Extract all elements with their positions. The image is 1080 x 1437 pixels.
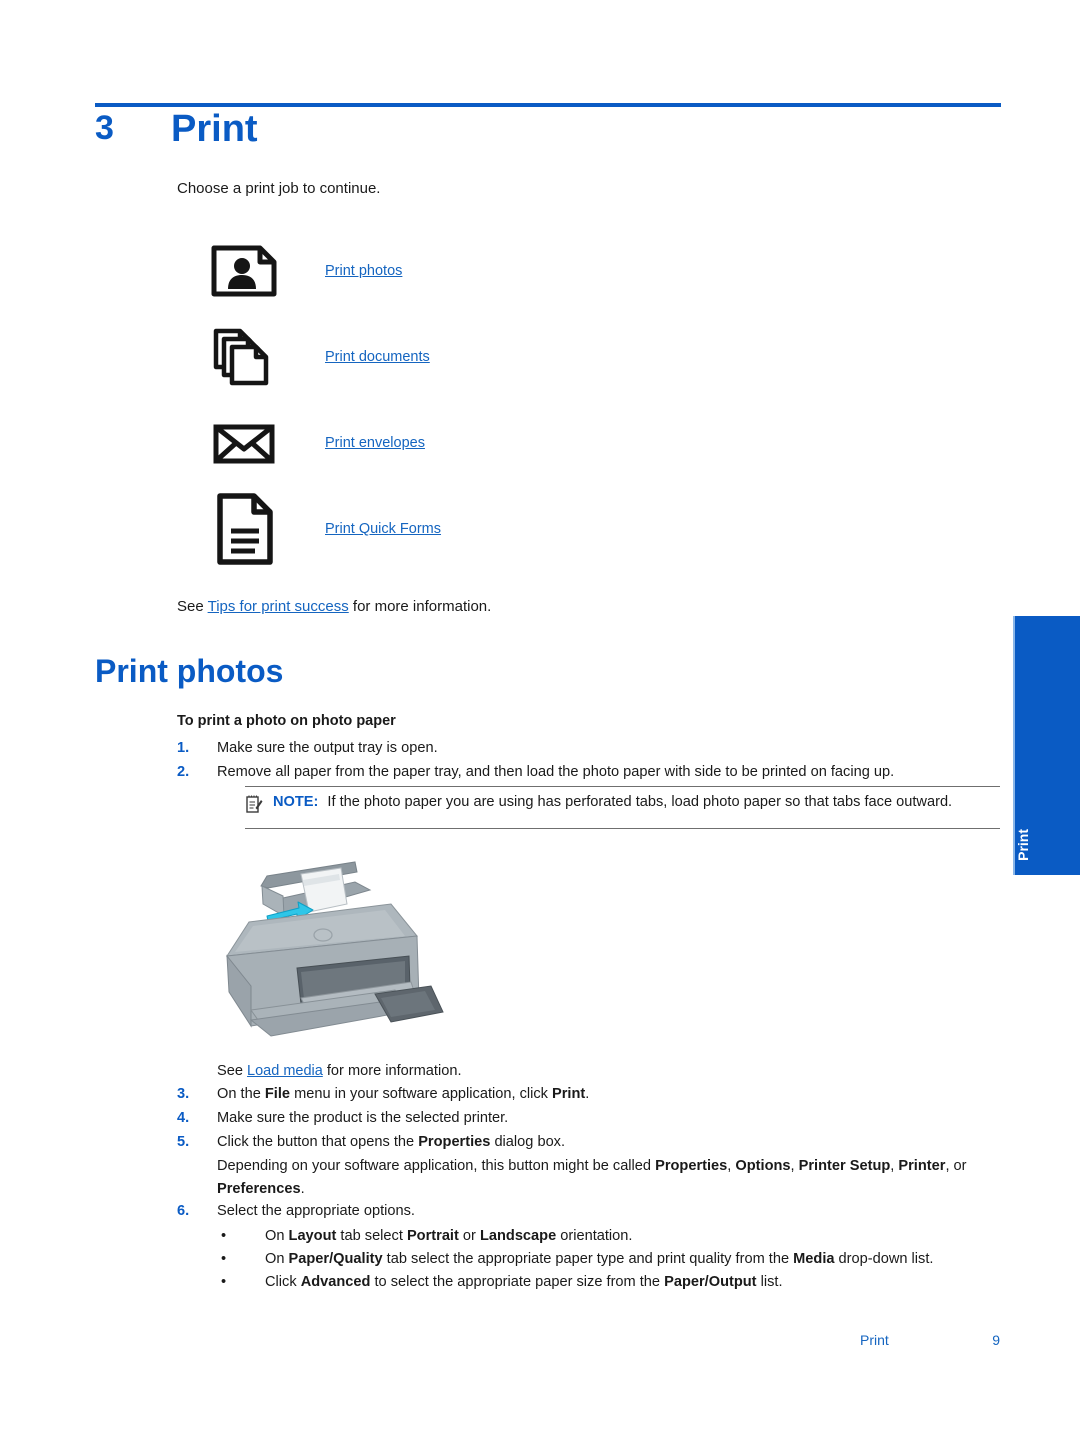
step-text: On the File menu in your software applic… (217, 1085, 590, 1102)
step-text: Remove all paper from the paper tray, an… (217, 763, 895, 780)
see-tips-line: See Tips for print success for more info… (177, 598, 491, 615)
steps-lower: See Load media for more information. 3. … (177, 1060, 1000, 1294)
see-load-media-line: See Load media for more information. (217, 1060, 1000, 1083)
see-suffix: for more information. (348, 598, 492, 615)
page-title: Print photos (95, 653, 284, 689)
list-item: 1. Make sure the output tray is open. (177, 737, 1000, 760)
list-item: • Click Advanced to select the appropria… (217, 1271, 1000, 1294)
step-number: 3. (177, 1085, 190, 1102)
procedure-title: To print a photo on photo paper (177, 713, 396, 729)
list-item[interactable]: Print photos (210, 228, 910, 314)
manual-page: 3 Print Choose a print job to continue. … (0, 0, 1080, 1437)
options-bullet-list: • On Layout tab select Portrait or Lands… (177, 1225, 1000, 1294)
list-item: 3. On the File menu in your software app… (177, 1083, 1000, 1106)
envelope-icon (210, 418, 325, 468)
see-prefix: See (177, 598, 208, 615)
list-item: 6. Select the appropriate options. (177, 1200, 1000, 1223)
bullet-marker: • (221, 1251, 227, 1268)
steps-upper: 1. Make sure the output tray is open. 2.… (177, 737, 1000, 784)
printer-illustration (205, 860, 505, 1050)
note-text: If the photo paper you are using has per… (327, 794, 953, 810)
stacked-documents-icon (210, 327, 325, 387)
step-number: 6. (177, 1203, 190, 1220)
list-item-label[interactable]: Print photos (325, 263, 402, 279)
section-side-tab: Print (1013, 616, 1080, 875)
note-callout: NOTE: If the photo paper you are using ha… (245, 786, 1000, 829)
list-item: 5. Click the button that opens the Prope… (177, 1131, 1000, 1154)
chapter-title: Print (171, 108, 258, 150)
step-text: Click the button that opens the Properti… (217, 1133, 566, 1150)
see-prefix: See (217, 1063, 248, 1079)
chapter-number: 3 (95, 109, 114, 147)
load-media-link[interactable]: Load media (247, 1063, 323, 1079)
print-job-link-list: Print photos Print documents Print envel… (210, 228, 910, 572)
step-text: Make sure the output tray is open. (217, 740, 438, 756)
list-item: • On Paper/Quality tab select the approp… (217, 1248, 1000, 1271)
section-side-tab-label: Print (1015, 829, 1031, 861)
note-bottom-rule (245, 827, 1000, 829)
see-suffix: for more information. (322, 1063, 462, 1079)
step-text: Make sure the product is the selected pr… (217, 1109, 509, 1126)
page-footer: Print 9 (860, 1332, 1000, 1348)
footer-section: Print (860, 1332, 889, 1348)
list-item[interactable]: Print documents (210, 314, 910, 400)
step-number: 2. (177, 763, 190, 780)
list-item-label[interactable]: Print documents (325, 349, 430, 365)
list-item: 2. Remove all paper from the paper tray,… (177, 761, 1000, 784)
bullet-text: Click Advanced to select the appropriate… (265, 1274, 783, 1291)
bullet-marker: • (221, 1274, 227, 1291)
tips-for-print-success-link[interactable]: Tips for print success (208, 598, 349, 615)
photo-page-icon (210, 243, 325, 299)
bullet-text: On Paper/Quality tab select the appropri… (265, 1251, 934, 1268)
bullet-text: On Layout tab select Portrait or Landsca… (265, 1228, 633, 1245)
form-page-icon (210, 491, 325, 567)
intro-text: Choose a print job to continue. (177, 180, 381, 197)
button-names-paragraph: Depending on your software application, … (217, 1157, 967, 1197)
list-item-label[interactable]: Print Quick Forms (325, 521, 441, 537)
step-number: 5. (177, 1133, 190, 1150)
step-number: 1. (177, 740, 190, 756)
list-item: • On Layout tab select Portrait or Lands… (217, 1225, 1000, 1248)
step-text: Select the appropriate options. (217, 1203, 415, 1220)
list-item[interactable]: Print Quick Forms (210, 486, 910, 572)
chapter-header-rule (95, 103, 1001, 107)
chapter-header: 3 Print (95, 108, 1001, 170)
footer-page-number: 9 (992, 1332, 1000, 1348)
bullet-marker: • (221, 1228, 227, 1245)
note-pad-icon (245, 792, 273, 822)
list-item: 4. Make sure the product is the selected… (177, 1107, 1000, 1130)
note-body: NOTE: If the photo paper you are using ha… (273, 792, 952, 814)
step-number: 4. (177, 1109, 190, 1126)
note-label: NOTE: (273, 794, 319, 810)
list-item[interactable]: Print envelopes (210, 400, 910, 486)
list-item-label[interactable]: Print envelopes (325, 435, 425, 451)
